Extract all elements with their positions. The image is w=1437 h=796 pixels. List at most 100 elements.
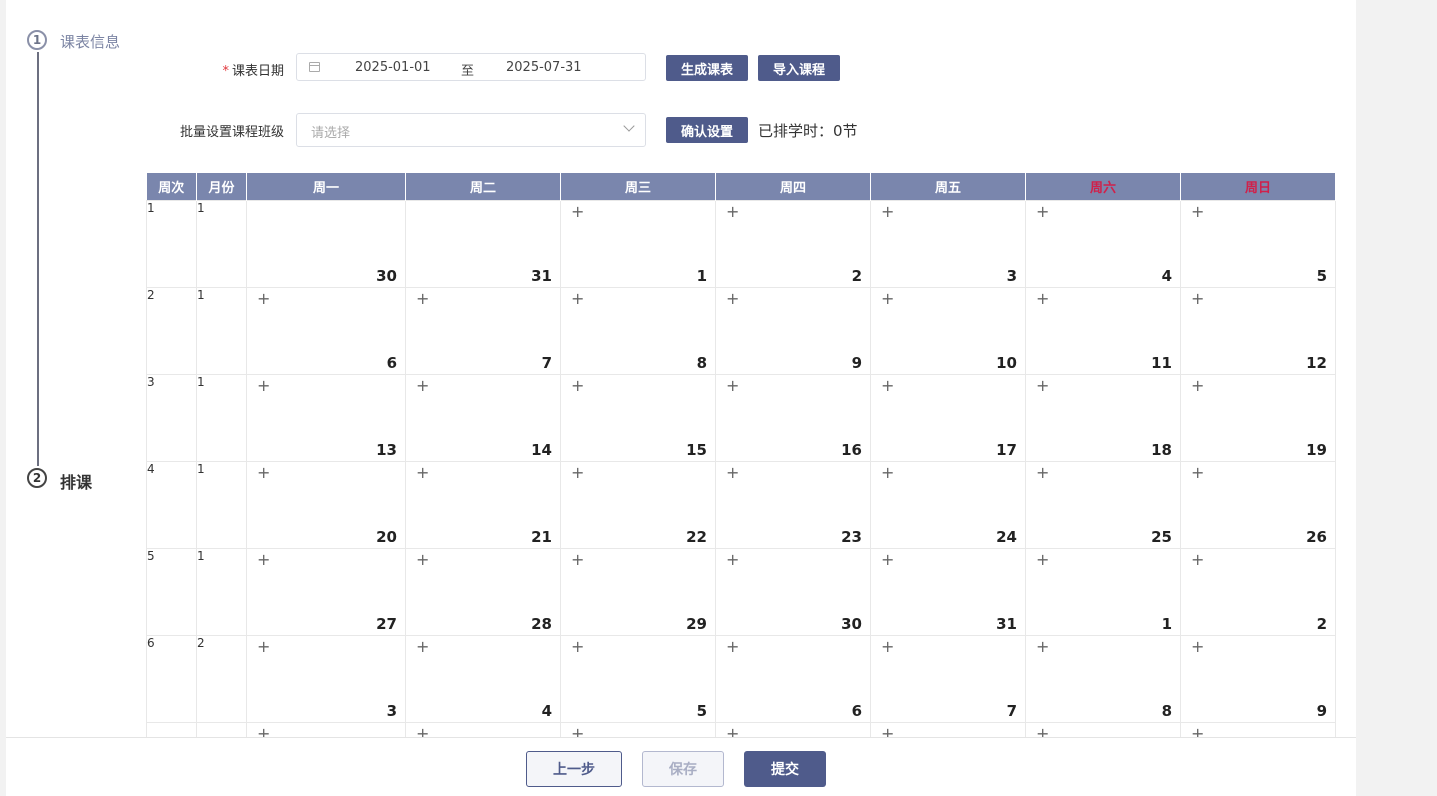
add-course-icon[interactable]: + bbox=[881, 639, 894, 655]
day-cell[interactable]: +2 bbox=[715, 200, 871, 288]
add-course-icon[interactable]: + bbox=[416, 552, 429, 568]
add-course-icon[interactable]: + bbox=[726, 726, 739, 738]
add-course-icon[interactable]: + bbox=[881, 465, 894, 481]
day-cell[interactable]: +24 bbox=[870, 461, 1026, 549]
add-course-icon[interactable]: + bbox=[726, 291, 739, 307]
add-course-icon[interactable]: + bbox=[1036, 639, 1049, 655]
day-cell[interactable]: +31 bbox=[870, 548, 1026, 636]
add-course-icon[interactable]: + bbox=[416, 291, 429, 307]
add-course-icon[interactable]: + bbox=[416, 378, 429, 394]
day-cell[interactable]: + bbox=[405, 722, 561, 738]
day-cell[interactable]: + bbox=[715, 722, 871, 738]
add-course-icon[interactable]: + bbox=[1036, 204, 1049, 220]
save-button[interactable]: 保存 bbox=[642, 751, 724, 787]
add-course-icon[interactable]: + bbox=[726, 552, 739, 568]
day-cell[interactable]: +7 bbox=[405, 287, 561, 375]
day-cell[interactable]: +1 bbox=[560, 200, 716, 288]
day-cell[interactable]: +19 bbox=[1180, 374, 1336, 462]
day-cell[interactable]: +21 bbox=[405, 461, 561, 549]
end-date[interactable]: 2025-07-31 bbox=[506, 60, 582, 75]
day-cell[interactable]: +11 bbox=[1025, 287, 1181, 375]
add-course-icon[interactable]: + bbox=[1036, 726, 1049, 738]
add-course-icon[interactable]: + bbox=[257, 726, 270, 738]
day-cell[interactable]: +7 bbox=[870, 635, 1026, 723]
add-course-icon[interactable]: + bbox=[571, 639, 584, 655]
add-course-icon[interactable]: + bbox=[257, 552, 270, 568]
day-cell[interactable]: 30 bbox=[246, 200, 406, 288]
add-course-icon[interactable]: + bbox=[881, 291, 894, 307]
add-course-icon[interactable]: + bbox=[1036, 378, 1049, 394]
add-course-icon[interactable]: + bbox=[257, 639, 270, 655]
add-course-icon[interactable]: + bbox=[1191, 552, 1204, 568]
date-range-picker[interactable]: 2025-01-01 至 2025-07-31 bbox=[296, 53, 646, 81]
day-cell[interactable]: +23 bbox=[715, 461, 871, 549]
day-cell[interactable]: +14 bbox=[405, 374, 561, 462]
day-cell[interactable]: +20 bbox=[246, 461, 406, 549]
add-course-icon[interactable]: + bbox=[1036, 465, 1049, 481]
day-cell[interactable]: +10 bbox=[870, 287, 1026, 375]
day-cell[interactable]: +6 bbox=[715, 635, 871, 723]
add-course-icon[interactable]: + bbox=[416, 726, 429, 738]
day-cell[interactable]: + bbox=[1180, 722, 1336, 738]
day-cell[interactable]: +1 bbox=[1025, 548, 1181, 636]
day-cell[interactable]: +9 bbox=[1180, 635, 1336, 723]
add-course-icon[interactable]: + bbox=[257, 465, 270, 481]
day-cell[interactable]: +16 bbox=[715, 374, 871, 462]
day-cell[interactable]: + bbox=[246, 722, 406, 738]
day-cell[interactable]: +8 bbox=[1025, 635, 1181, 723]
day-cell[interactable]: +15 bbox=[560, 374, 716, 462]
add-course-icon[interactable]: + bbox=[1191, 639, 1204, 655]
add-course-icon[interactable]: + bbox=[726, 639, 739, 655]
add-course-icon[interactable]: + bbox=[1191, 378, 1204, 394]
day-cell[interactable]: +3 bbox=[246, 635, 406, 723]
add-course-icon[interactable]: + bbox=[257, 378, 270, 394]
add-course-icon[interactable]: + bbox=[726, 465, 739, 481]
add-course-icon[interactable]: + bbox=[571, 378, 584, 394]
add-course-icon[interactable]: + bbox=[416, 639, 429, 655]
add-course-icon[interactable]: + bbox=[571, 204, 584, 220]
add-course-icon[interactable]: + bbox=[571, 726, 584, 738]
generate-schedule-button[interactable]: 生成课表 bbox=[666, 55, 748, 81]
day-cell[interactable]: +22 bbox=[560, 461, 716, 549]
class-select[interactable]: 请选择 bbox=[296, 113, 646, 147]
submit-button[interactable]: 提交 bbox=[744, 751, 826, 787]
add-course-icon[interactable]: + bbox=[881, 378, 894, 394]
day-cell[interactable]: 31 bbox=[405, 200, 561, 288]
add-course-icon[interactable]: + bbox=[571, 552, 584, 568]
add-course-icon[interactable]: + bbox=[1191, 465, 1204, 481]
day-cell[interactable]: +26 bbox=[1180, 461, 1336, 549]
day-cell[interactable]: +5 bbox=[1180, 200, 1336, 288]
add-course-icon[interactable]: + bbox=[416, 465, 429, 481]
add-course-icon[interactable]: + bbox=[726, 204, 739, 220]
day-cell[interactable]: +2 bbox=[1180, 548, 1336, 636]
day-cell[interactable]: +4 bbox=[1025, 200, 1181, 288]
add-course-icon[interactable]: + bbox=[1191, 204, 1204, 220]
day-cell[interactable]: +18 bbox=[1025, 374, 1181, 462]
start-date[interactable]: 2025-01-01 bbox=[355, 60, 431, 75]
day-cell[interactable]: +13 bbox=[246, 374, 406, 462]
day-cell[interactable]: +28 bbox=[405, 548, 561, 636]
day-cell[interactable]: + bbox=[870, 722, 1026, 738]
day-cell[interactable]: +8 bbox=[560, 287, 716, 375]
day-cell[interactable]: + bbox=[560, 722, 716, 738]
day-cell[interactable]: +25 bbox=[1025, 461, 1181, 549]
day-cell[interactable]: +12 bbox=[1180, 287, 1336, 375]
day-cell[interactable]: +5 bbox=[560, 635, 716, 723]
add-course-icon[interactable]: + bbox=[1036, 552, 1049, 568]
add-course-icon[interactable]: + bbox=[881, 204, 894, 220]
day-cell[interactable]: +17 bbox=[870, 374, 1026, 462]
day-cell[interactable]: + bbox=[1025, 722, 1181, 738]
day-cell[interactable]: +29 bbox=[560, 548, 716, 636]
day-cell[interactable]: +9 bbox=[715, 287, 871, 375]
add-course-icon[interactable]: + bbox=[881, 726, 894, 738]
add-course-icon[interactable]: + bbox=[571, 291, 584, 307]
day-cell[interactable]: +30 bbox=[715, 548, 871, 636]
add-course-icon[interactable]: + bbox=[881, 552, 894, 568]
day-cell[interactable]: +3 bbox=[870, 200, 1026, 288]
add-course-icon[interactable]: + bbox=[1191, 726, 1204, 738]
confirm-settings-button[interactable]: 确认设置 bbox=[666, 117, 748, 143]
day-cell[interactable]: +4 bbox=[405, 635, 561, 723]
day-cell[interactable]: +6 bbox=[246, 287, 406, 375]
import-courses-button[interactable]: 导入课程 bbox=[758, 55, 840, 81]
add-course-icon[interactable]: + bbox=[257, 291, 270, 307]
